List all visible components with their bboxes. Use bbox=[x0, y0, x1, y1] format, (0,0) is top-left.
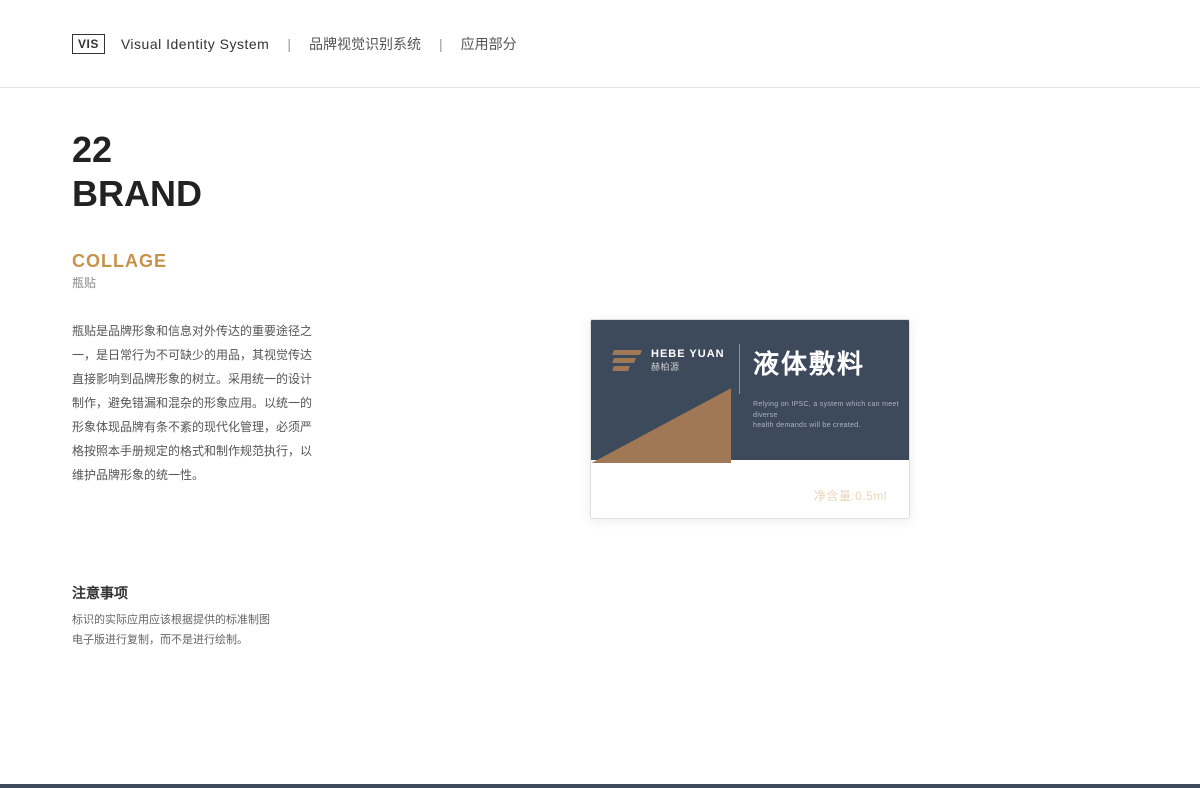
logo-cn-text: 赫柏源 bbox=[651, 360, 725, 373]
card-amount: 净含量:0.5ml bbox=[814, 487, 887, 504]
notes-title: 注意事项 bbox=[72, 583, 1128, 603]
logo-symbol bbox=[613, 350, 641, 371]
product-card: HEBE YUAN 赫柏源 液体敷料 Relying on IPSC, a sy… bbox=[590, 319, 910, 519]
content-row: 瓶贴是品牌形象和信息对外传达的重要途径之一，是日常行为不可缺少的用品，其视觉传达… bbox=[72, 319, 1128, 519]
description-column: 瓶贴是品牌形象和信息对外传达的重要途径之一，是日常行为不可缺少的用品，其视觉传达… bbox=[72, 319, 312, 519]
card-tagline: Relying on IPSC, a system which can meet… bbox=[753, 400, 909, 432]
notes-line-1: 标识的实际应用应该根据提供的标准制图 bbox=[72, 611, 1128, 631]
collage-subtitle: 瓶贴 bbox=[72, 274, 1128, 291]
brand-label: BRAND bbox=[72, 172, 1128, 215]
section-title: COLLAGE 瓶贴 bbox=[72, 251, 1128, 291]
header-title: Visual Identity System bbox=[121, 36, 269, 52]
vis-badge: VIS bbox=[72, 34, 105, 54]
page-header: VIS Visual Identity System | 品牌视觉识别系统 | … bbox=[0, 0, 1200, 88]
logo-text-block: HEBE YUAN 赫柏源 bbox=[651, 348, 725, 373]
card-divider bbox=[739, 344, 740, 394]
page-number: 22 bbox=[72, 132, 1128, 168]
card-logo-area: HEBE YUAN 赫柏源 bbox=[613, 348, 725, 373]
notes-section: 注意事项 标识的实际应用应该根据提供的标准制图 电子版进行复制，而不是进行绘制。 bbox=[72, 583, 1128, 651]
header-section: 应用部分 bbox=[461, 34, 517, 54]
tagline-line-1: Relying on IPSC, a system which can meet… bbox=[753, 400, 909, 421]
collage-title: COLLAGE bbox=[72, 251, 1128, 272]
main-content: 22 BRAND COLLAGE 瓶贴 瓶贴是品牌形象和信息对外传达的重要途径之… bbox=[0, 88, 1200, 788]
card-product-name: 液体敷料 bbox=[753, 344, 865, 381]
logo-en-text: HEBE YUAN bbox=[651, 348, 725, 360]
logo-bar-2 bbox=[612, 358, 636, 363]
header-divider-2: | bbox=[439, 36, 443, 52]
product-column: HEBE YUAN 赫柏源 液体敷料 Relying on IPSC, a sy… bbox=[372, 319, 1128, 519]
logo-bar-1 bbox=[612, 350, 642, 355]
logo-bar-3 bbox=[612, 366, 630, 371]
tagline-line-2: health demands will be created. bbox=[753, 421, 909, 432]
header-subtitle: 品牌视觉识别系统 bbox=[309, 34, 421, 54]
notes-line-2: 电子版进行复制，而不是进行绘制。 bbox=[72, 631, 1128, 651]
header-divider-1: | bbox=[287, 36, 291, 52]
bottom-accent-line bbox=[0, 784, 1200, 788]
description-text: 瓶贴是品牌形象和信息对外传达的重要途径之一，是日常行为不可缺少的用品，其视觉传达… bbox=[72, 319, 312, 487]
notes-text: 标识的实际应用应该根据提供的标准制图 电子版进行复制，而不是进行绘制。 bbox=[72, 611, 1128, 651]
